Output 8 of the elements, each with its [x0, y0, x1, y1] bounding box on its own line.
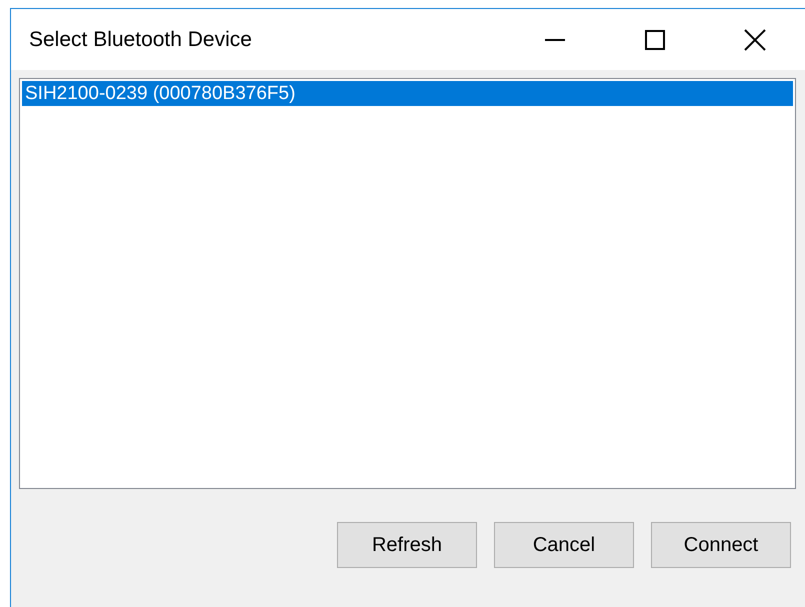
window-title: Select Bluetooth Device — [29, 26, 253, 53]
minimize-icon — [545, 38, 565, 40]
dialog-button[interactable]: Cancel — [494, 522, 634, 568]
maximize-icon — [645, 30, 665, 50]
device-item[interactable]: SIH2100-0239 (000780B376F5) — [22, 81, 793, 106]
dialog-button[interactable]: Refresh — [337, 522, 477, 568]
dialog-button[interactable]: Connect — [651, 522, 791, 568]
close-icon — [744, 28, 766, 50]
